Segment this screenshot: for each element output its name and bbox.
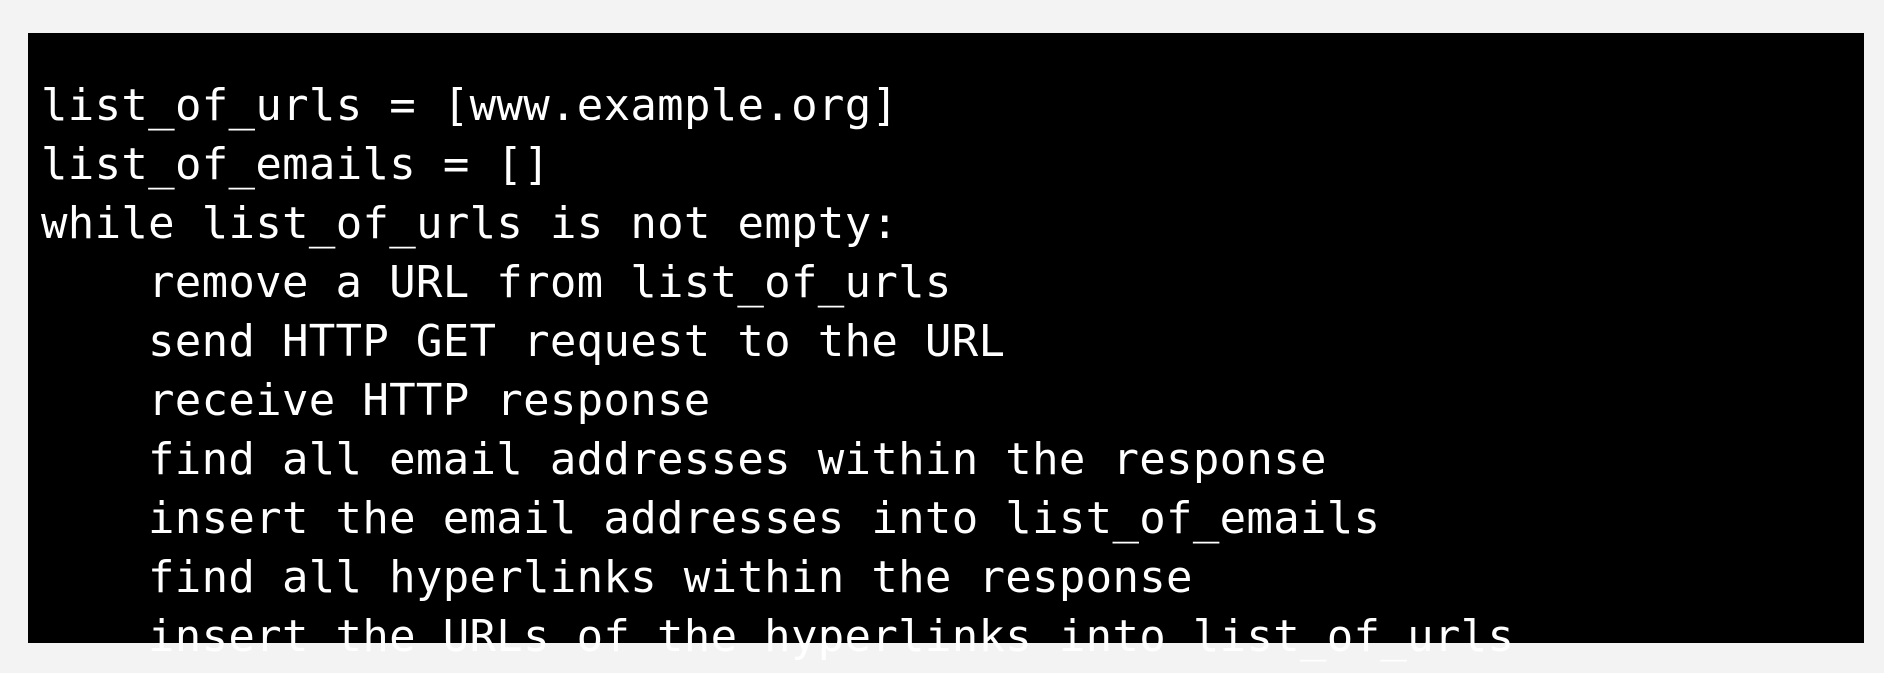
code-line-1: list_of_urls = [www.example.org] [41, 80, 899, 131]
code-line-9: find all hyperlinks within the response [148, 552, 1193, 603]
code-line-4: remove a URL from list_of_urls [148, 257, 952, 308]
code-line-6: receive HTTP response [148, 375, 711, 426]
code-line-3: while list_of_urls is not empty: [41, 198, 899, 249]
code-line-10: insert the URLs of the hyperlinks into l… [148, 611, 1515, 662]
code-line-2: list_of_emails = [] [41, 139, 551, 190]
code-line-8: insert the email addresses into list_of_… [148, 493, 1381, 544]
pseudocode-block: list_of_urls = [www.example.org] list_of… [28, 33, 1864, 662]
code-line-7: find all email addresses within the resp… [148, 434, 1327, 485]
code-line-5: send HTTP GET request to the URL [148, 316, 1006, 367]
